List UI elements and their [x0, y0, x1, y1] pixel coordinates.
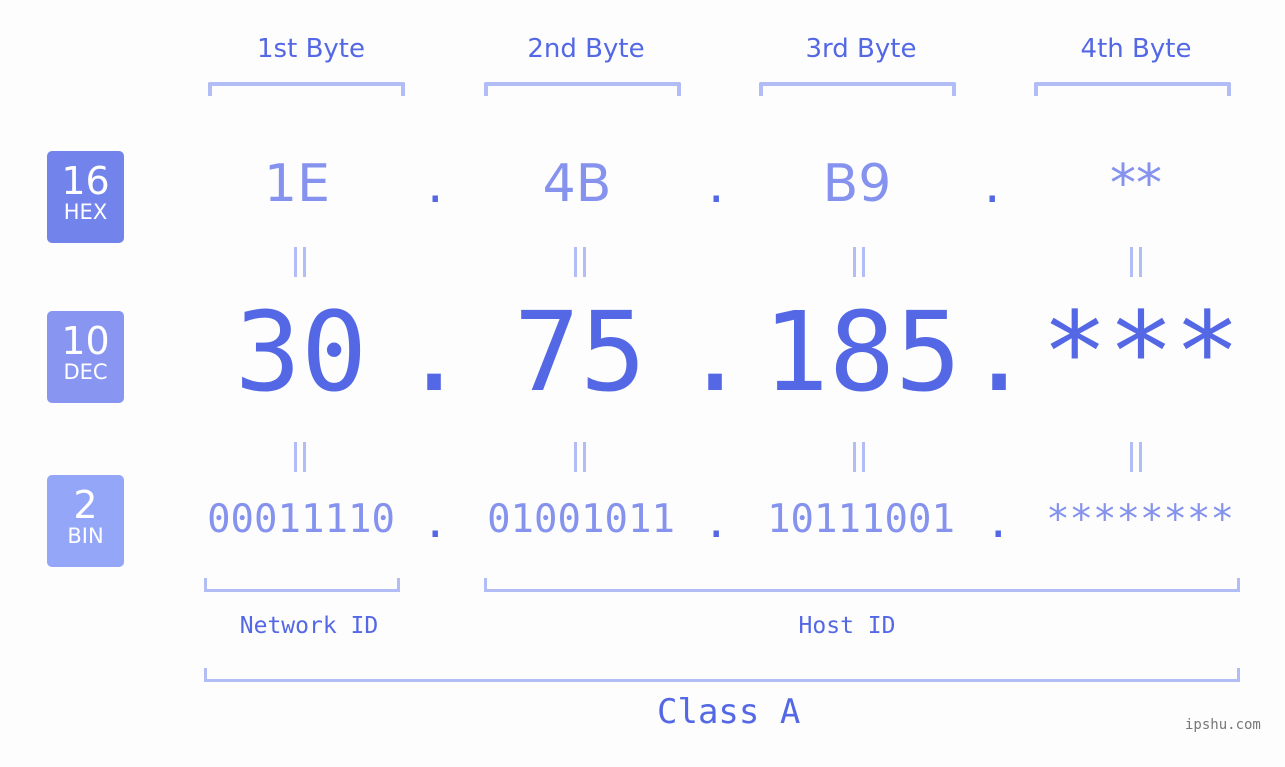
- byte-label-3: 3rd Byte: [805, 34, 917, 64]
- hex-separator: .: [979, 162, 1006, 213]
- hex-badge: 16 HEX: [47, 151, 124, 243]
- dec-badge-number: 10: [61, 319, 110, 363]
- byte-label-4: 4th Byte: [1080, 34, 1192, 64]
- bin-byte-3: 10111001: [767, 497, 955, 542]
- dec-separator: .: [401, 288, 468, 416]
- dec-badge: 10 DEC: [47, 311, 124, 403]
- bin-byte-4: ********: [1046, 497, 1234, 542]
- hex-badge-label: HEX: [63, 200, 108, 224]
- bin-separator: .: [422, 497, 449, 548]
- equals-icon: [560, 441, 600, 481]
- equals-icon: [280, 246, 320, 286]
- bin-separator: .: [703, 497, 730, 548]
- equals-icon: [560, 246, 600, 286]
- hex-byte-4: **: [1110, 154, 1162, 214]
- equals-icon: [280, 441, 320, 481]
- bin-badge-label: BIN: [67, 524, 104, 548]
- bin-badge: 2 BIN: [47, 475, 124, 567]
- equals-icon: [839, 246, 879, 286]
- byte-label-2: 2nd Byte: [527, 34, 645, 64]
- hex-byte-2: 4B: [542, 154, 612, 214]
- byte-bracket-4: [1034, 82, 1231, 96]
- footer-site: ipshu.com: [1185, 717, 1261, 733]
- dec-separator: .: [682, 288, 749, 416]
- hex-badge-number: 16: [61, 159, 110, 203]
- class-bracket: [204, 668, 1240, 682]
- class-label: Class A: [657, 692, 801, 732]
- hex-separator: .: [703, 162, 730, 213]
- byte-bracket-1: [208, 82, 405, 96]
- byte-label-1: 1st Byte: [257, 34, 365, 64]
- dec-byte-1: 30: [234, 288, 368, 416]
- bin-badge-number: 2: [73, 483, 98, 527]
- dec-badge-label: DEC: [63, 360, 108, 384]
- equals-icon: [839, 441, 879, 481]
- hex-byte-3: B9: [822, 154, 892, 214]
- dec-byte-4: ***: [1041, 288, 1241, 416]
- hex-separator: .: [422, 162, 449, 213]
- byte-bracket-3: [759, 82, 956, 96]
- host-id-label: Host ID: [798, 613, 896, 639]
- network-id-bracket: [204, 578, 400, 592]
- dec-byte-3: 185: [762, 288, 962, 416]
- byte-bracket-2: [484, 82, 681, 96]
- bin-byte-2: 01001011: [487, 497, 675, 542]
- bin-separator: .: [985, 497, 1012, 548]
- dec-separator: .: [966, 288, 1033, 416]
- equals-icon: [1116, 441, 1156, 481]
- network-id-label: Network ID: [239, 613, 379, 639]
- host-id-bracket: [484, 578, 1240, 592]
- equals-icon: [1116, 246, 1156, 286]
- hex-byte-1: 1E: [264, 154, 330, 214]
- bin-byte-1: 00011110: [207, 497, 395, 542]
- dec-byte-2: 75: [513, 288, 647, 416]
